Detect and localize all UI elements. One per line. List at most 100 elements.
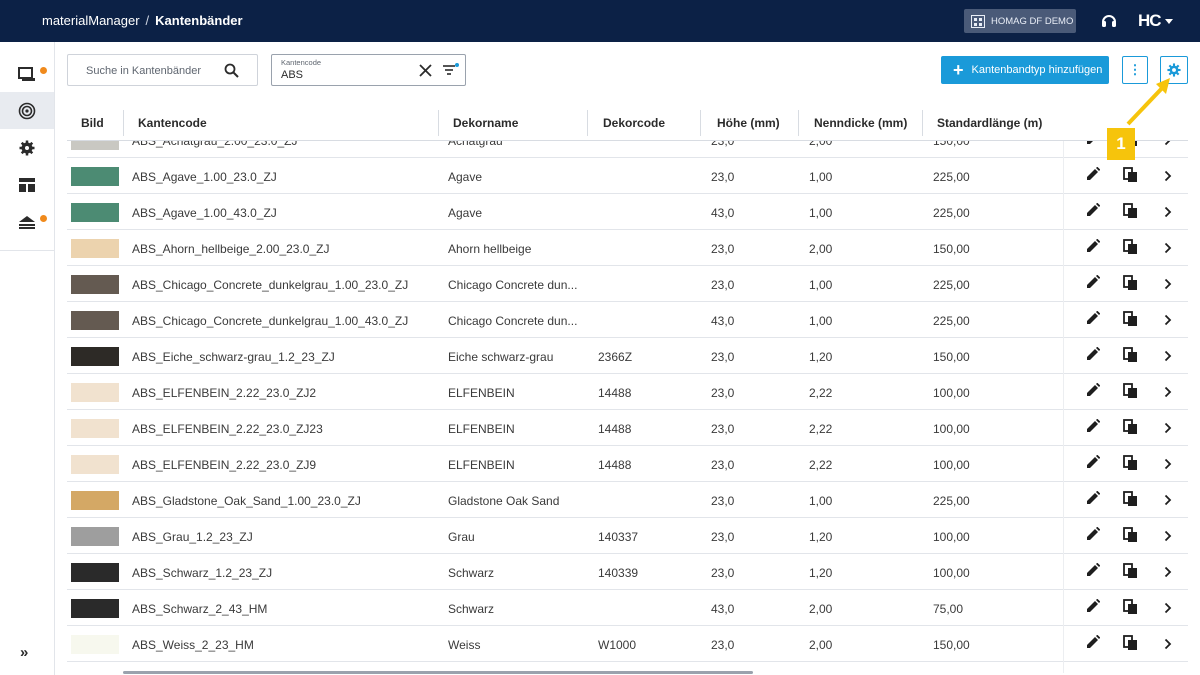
copy-icon[interactable] [1123, 239, 1138, 258]
edit-icon[interactable] [1086, 141, 1100, 148]
edit-icon[interactable] [1086, 274, 1101, 292]
table-row[interactable]: ABS_Agave_1.00_23.0_ZJ Agave 23,0 1,00 2… [67, 158, 1188, 194]
table-row[interactable]: ABS_ELFENBEIN_2.22_23.0_ZJ9 ELFENBEIN 14… [67, 446, 1188, 482]
column-header-decor-code[interactable]: Dekorcode [603, 116, 665, 130]
cell-standard-length: 225,00 [933, 170, 970, 184]
copy-icon[interactable] [1123, 455, 1138, 474]
column-header-image[interactable]: Bild [81, 116, 104, 130]
chevron-right-icon[interactable] [1164, 386, 1172, 401]
filter-chip-kantencode[interactable]: Kantencode ABS [271, 54, 466, 86]
copy-icon[interactable] [1123, 419, 1138, 438]
table-row[interactable]: ABS_Chicago_Concrete_dunkelgrau_1.00_23.… [67, 266, 1188, 302]
copy-icon[interactable] [1123, 311, 1138, 330]
account-menu[interactable]: HC [1138, 11, 1173, 31]
edit-icon[interactable] [1086, 166, 1101, 184]
table-row[interactable]: ABS_Chicago_Concrete_dunkelgrau_1.00_43.… [67, 302, 1188, 338]
edit-icon[interactable] [1086, 598, 1101, 616]
edit-icon[interactable] [1086, 562, 1101, 580]
sidebar-item-devices[interactable] [0, 55, 54, 92]
sidebar-item-layouts[interactable] [0, 166, 54, 203]
table-row[interactable]: ABS_Weiss_2_23_HM Weiss W1000 23,0 2,00 … [67, 626, 1188, 662]
column-header-standard-length[interactable]: Standardlänge (m) [937, 116, 1042, 130]
filter-options-icon[interactable] [443, 63, 459, 77]
cell-edge-code: ABS_ELFENBEIN_2.22_23.0_ZJ23 [132, 422, 323, 436]
table-row[interactable]: ABS_ELFENBEIN_2.22_23.0_ZJ23 ELFENBEIN 1… [67, 410, 1188, 446]
edit-icon[interactable] [1086, 454, 1101, 472]
chevron-right-icon[interactable] [1164, 314, 1172, 329]
add-edgeband-type-button[interactable]: + Kantenbandtyp hinzufügen [941, 56, 1109, 84]
cell-standard-length: 75,00 [933, 602, 964, 616]
chevron-right-icon[interactable] [1164, 494, 1172, 509]
cell-decor-name: ELFENBEIN [448, 422, 515, 436]
copy-icon[interactable] [1123, 491, 1138, 510]
column-header-thickness[interactable]: Nenndicke (mm) [814, 116, 907, 130]
edit-icon[interactable] [1086, 382, 1101, 400]
chevron-right-icon[interactable] [1164, 638, 1172, 653]
edit-icon[interactable] [1086, 634, 1101, 652]
cell-thickness: 1,00 [809, 314, 833, 328]
chevron-right-icon[interactable] [1164, 350, 1172, 365]
chevron-right-icon[interactable] [1164, 278, 1172, 293]
search-icon[interactable] [224, 63, 239, 78]
chevron-right-icon[interactable] [1164, 141, 1172, 149]
copy-icon[interactable] [1123, 563, 1138, 582]
chevron-right-icon[interactable] [1164, 170, 1172, 185]
sidebar-item-settings[interactable] [0, 129, 54, 166]
chevron-right-icon[interactable] [1164, 566, 1172, 581]
copy-icon[interactable] [1123, 635, 1138, 654]
chevron-right-icon[interactable] [1164, 458, 1172, 473]
tenant-switcher[interactable]: HOMAG DF DEMO [964, 9, 1076, 33]
column-header-height[interactable]: Höhe (mm) [717, 116, 780, 130]
horizontal-scrollbar[interactable] [123, 671, 753, 674]
copy-icon[interactable] [1123, 167, 1138, 186]
table-row[interactable]: ABS_Grau_1.2_23_ZJ Grau 140337 23,0 1,20… [67, 518, 1188, 554]
cell-height: 23,0 [711, 350, 735, 364]
table-row[interactable]: ABS_Schwarz_1.2_23_ZJ Schwarz 140339 23,… [67, 554, 1188, 590]
notification-dot [40, 67, 47, 74]
chevron-right-icon[interactable] [1164, 602, 1172, 617]
chevron-right-icon[interactable] [1164, 530, 1172, 545]
chevron-right-icon[interactable] [1164, 422, 1172, 437]
cell-standard-length: 225,00 [933, 494, 970, 508]
chevron-right-icon[interactable] [1164, 242, 1172, 257]
table-row[interactable]: ABS_Ahorn_hellbeige_2.00_23.0_ZJ Ahorn h… [67, 230, 1188, 266]
cell-decor-name: ELFENBEIN [448, 386, 515, 400]
edit-icon[interactable] [1086, 526, 1101, 544]
table-row[interactable]: ABS_Achatgrau_2.00_23.0_ZJ Achatgrau 23,… [67, 141, 1188, 158]
copy-icon[interactable] [1123, 527, 1138, 546]
edit-icon[interactable] [1086, 346, 1101, 364]
column-header-edge-code[interactable]: Kantencode [138, 116, 207, 130]
copy-icon[interactable] [1123, 275, 1138, 294]
table-row[interactable]: ABS_Eiche_schwarz-grau_1.2_23_ZJ Eiche s… [67, 338, 1188, 374]
edit-icon[interactable] [1086, 202, 1101, 220]
column-header-decor-name[interactable]: Dekorname [453, 116, 518, 130]
cell-standard-length: 150,00 [933, 141, 970, 148]
search-input[interactable]: Suche in Kantenbänder [67, 54, 258, 86]
cell-decor-code: 2366Z [598, 350, 633, 364]
chevron-right-icon[interactable] [1164, 206, 1172, 221]
sidebar-item-storage[interactable] [0, 203, 54, 240]
cell-decor-name: Weiss [448, 638, 481, 652]
breadcrumb-app[interactable]: materialManager [42, 13, 140, 28]
table-row[interactable]: ABS_Schwarz_2_43_HM Schwarz 43,0 2,00 75… [67, 590, 1188, 626]
expand-sidebar-button[interactable]: » [20, 644, 28, 661]
table-row[interactable]: ABS_Gladstone_Oak_Sand_1.00_23.0_ZJ Glad… [67, 482, 1188, 518]
copy-icon[interactable] [1123, 599, 1138, 618]
sidebar: » [0, 42, 55, 675]
sidebar-item-edgebands[interactable] [0, 92, 54, 129]
copy-icon[interactable] [1123, 383, 1138, 402]
table-row[interactable]: ABS_Agave_1.00_43.0_ZJ Agave 43,0 1,00 2… [67, 194, 1188, 230]
copy-icon[interactable] [1123, 203, 1138, 222]
copy-icon[interactable] [1123, 347, 1138, 366]
edge-swatch-image [71, 275, 119, 294]
cell-standard-length: 100,00 [933, 386, 970, 400]
support-icon[interactable] [1100, 12, 1118, 30]
edit-icon[interactable] [1086, 490, 1101, 508]
edit-icon[interactable] [1086, 310, 1101, 328]
edit-icon[interactable] [1086, 238, 1101, 256]
edit-icon[interactable] [1086, 418, 1101, 436]
cell-decor-code: 140339 [598, 566, 639, 580]
table-row[interactable]: ABS_ELFENBEIN_2.22_23.0_ZJ2 ELFENBEIN 14… [67, 374, 1188, 410]
close-icon[interactable] [419, 64, 432, 77]
cell-edge-code: ABS_Achatgrau_2.00_23.0_ZJ [132, 141, 298, 148]
